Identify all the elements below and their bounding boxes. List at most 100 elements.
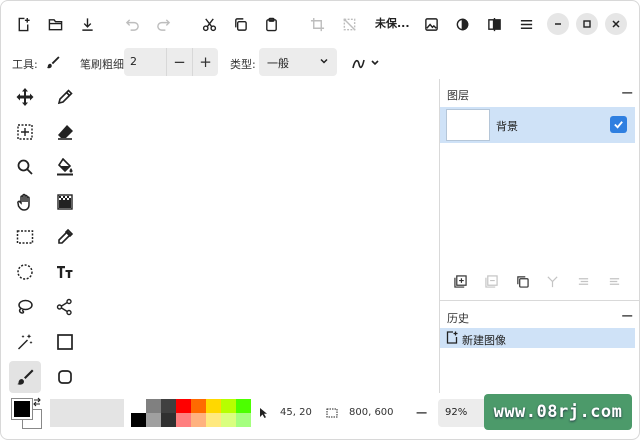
palette-color-swatch[interactable] [146,399,161,413]
brush-type-value: 一般 [267,57,289,70]
maximize-button[interactable] [576,13,598,35]
redo-icon[interactable] [152,13,174,35]
color-picker-icon[interactable] [49,221,81,253]
minimize-button[interactable] [547,13,569,35]
move-layer-up-icon[interactable] [575,273,591,289]
crop-icon[interactable] [306,13,328,35]
line-curve-icon[interactable] [49,291,81,323]
layer-tools [440,269,639,293]
palette-color-swatch[interactable] [131,413,146,427]
palette-color-swatch[interactable] [221,399,236,413]
rectangle-icon[interactable] [49,326,81,358]
move-icon[interactable] [9,81,41,113]
pencil-icon[interactable] [49,81,81,113]
chevron-down-icon [320,58,328,64]
brush-size-input[interactable]: 2 [124,48,166,76]
paint-bucket-icon[interactable] [49,151,81,183]
gradient-icon[interactable] [49,186,81,218]
palette-color-swatch[interactable] [131,399,146,413]
cursor-position-icon [260,408,267,418]
history-item[interactable]: 新建图像 [440,328,635,348]
palette-color-swatch[interactable] [191,413,206,427]
new-image-icon [446,331,458,344]
palette-color-swatch[interactable] [206,413,221,427]
lasso-select-icon[interactable] [9,291,41,323]
header-toolbar: 未保... [1,1,639,47]
palette-color-swatch[interactable] [176,399,191,413]
paste-icon[interactable] [260,13,282,35]
eraser-icon[interactable] [49,116,81,148]
palette-color-swatch[interactable] [161,413,176,427]
layers-panel-header: 图层 − [440,79,639,107]
image-canvas[interactable] [89,79,439,393]
brush-size-increase-button[interactable]: + [192,48,218,76]
tool-label: 工具: [12,58,38,71]
rectangle-select-icon[interactable] [9,221,41,253]
palette-color-swatch[interactable] [221,413,236,427]
ellipse-select-icon[interactable] [9,256,41,288]
history-title: 历史 [447,312,469,325]
swap-colors-icon[interactable] [32,397,42,407]
watermark-logo: www.08rj.com [484,394,632,430]
palette-color-swatch[interactable] [146,413,161,427]
layer-row[interactable]: 背景 [440,107,635,143]
brush-type-select[interactable]: 一般 [259,48,337,76]
tool-options-bar: 工具: 笔刷粗细: 2 − + 类型: 一般 [1,47,639,79]
save-icon[interactable] [76,13,98,35]
collapse-layers-button[interactable]: − [621,83,634,102]
rounded-rectangle-icon[interactable] [49,361,81,393]
move-layer-down-icon[interactable] [606,273,622,289]
current-tool-paintbrush-icon [46,55,60,69]
effects-icon[interactable] [483,13,505,35]
history-panel-header: 历史 − [440,302,639,330]
layer-thumbnail [446,109,490,141]
brush-size-label: 笔刷粗细: [80,58,128,71]
palette-color-swatch[interactable] [236,399,251,413]
palette-color-swatch[interactable] [236,413,251,427]
copy-icon[interactable] [229,13,251,35]
panel-divider [440,300,639,301]
brush-size-decrease-button[interactable]: − [166,48,192,76]
primary-color-swatch[interactable] [11,398,33,420]
close-button[interactable] [605,13,627,35]
color-preview [50,399,124,427]
palette-color-swatch[interactable] [206,399,221,413]
pan-icon[interactable] [9,186,41,218]
duplicate-layer-icon[interactable] [514,273,530,289]
cut-icon[interactable] [198,13,220,35]
image-menu-icon[interactable] [420,13,442,35]
layer-name: 背景 [496,120,518,133]
adjustments-icon[interactable] [451,13,473,35]
zoom-out-button[interactable]: − [415,403,428,422]
antialiasing-curve-icon [352,59,379,69]
right-panel: 图层 − 背景 历史 − 新建图像 [439,79,639,393]
tools-panel [1,79,112,393]
document-title: 未保... [375,17,410,30]
new-image-icon[interactable] [12,13,34,35]
paintbrush-icon[interactable] [9,361,41,393]
antialiasing-dropdown[interactable] [351,55,381,71]
add-layer-icon[interactable] [452,273,468,289]
palette-color-swatch[interactable] [161,399,176,413]
deselect-icon[interactable] [338,13,360,35]
open-folder-icon[interactable] [44,13,66,35]
app-window: 未保... 工具: 笔刷粗细: 2 − + 类型: 一般 图层 − 背景 历史 … [0,0,640,440]
palette-color-swatch[interactable] [191,399,206,413]
move-selection-icon[interactable] [9,116,41,148]
zoom-icon[interactable] [9,151,41,183]
menu-icon[interactable] [515,13,537,35]
layer-visibility-checkbox[interactable] [610,116,627,133]
type-label: 类型: [230,58,256,71]
undo-icon[interactable] [121,13,143,35]
delete-layer-icon[interactable] [483,273,499,289]
selection-size-icon [326,408,338,418]
checkmark-icon [614,121,623,129]
cursor-position: 45, 20 [280,407,312,418]
selection-size: 800, 600 [349,407,394,418]
collapse-history-button[interactable]: − [621,306,634,325]
palette-color-swatch[interactable] [176,413,191,427]
text-icon[interactable] [49,256,81,288]
merge-layer-down-icon[interactable] [544,273,560,289]
layers-title: 图层 [447,89,469,102]
magic-wand-icon[interactable] [9,326,41,358]
